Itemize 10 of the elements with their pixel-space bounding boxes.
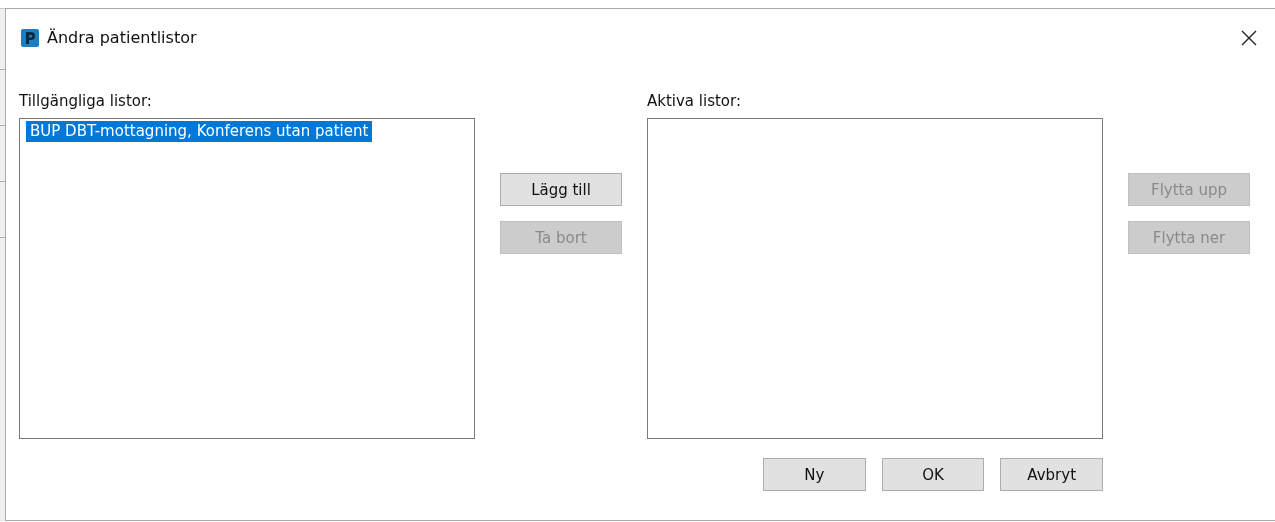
list-label: Tillgängliga listor: [19,92,153,112]
list-item[interactable]: BUP DBT-mottagning, Konferens utan patient [26,121,373,142]
window-title: Ändra patientlistor [47,28,198,47]
list-label: Aktiva listor: [647,92,742,112]
dialog-button[interactable]: Avbryt [1000,458,1103,491]
app-logo-icon [21,28,39,47]
dialog-button[interactable]: OK [881,458,985,491]
available-list[interactable]: BUP DBT-mottagning, Konferens utan patient [19,118,475,439]
dialog-button[interactable]: Ny [763,458,866,491]
transfer-button[interactable]: Lägg till [500,173,622,206]
